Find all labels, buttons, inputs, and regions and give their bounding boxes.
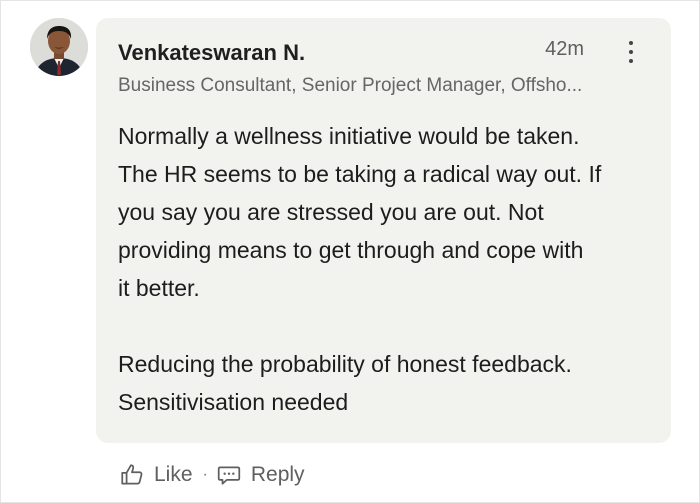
speech-bubble-icon: [217, 466, 241, 485]
comment-card: Venkateswaran N. 42m Business Consultant…: [0, 0, 700, 503]
reply-label: Reply: [250, 463, 305, 486]
comment-body: Normally a wellness initiative would be …: [118, 117, 658, 421]
thumbs-up-icon: [121, 464, 143, 485]
comment-paragraph: Reducing the probability of honest feedb…: [118, 351, 572, 415]
action-separator: ·: [202, 466, 208, 483]
reply-button[interactable]: Reply: [216, 462, 305, 488]
comment-timestamp: 42m: [545, 38, 584, 60]
comment-actions: Like · Reply: [119, 458, 305, 492]
comment-paragraph: Normally a wellness initiative would be …: [118, 123, 602, 301]
avatar-photo: [30, 18, 88, 76]
author-name[interactable]: Venkateswaran N.: [118, 40, 305, 66]
like-button[interactable]: Like: [119, 462, 193, 488]
like-label: Like: [154, 463, 193, 486]
comment-bubble: Venkateswaran N. 42m Business Consultant…: [96, 18, 671, 443]
author-avatar[interactable]: [30, 18, 88, 76]
author-headline: Business Consultant, Senior Project Mana…: [118, 75, 583, 96]
more-options-icon[interactable]: [621, 37, 641, 67]
